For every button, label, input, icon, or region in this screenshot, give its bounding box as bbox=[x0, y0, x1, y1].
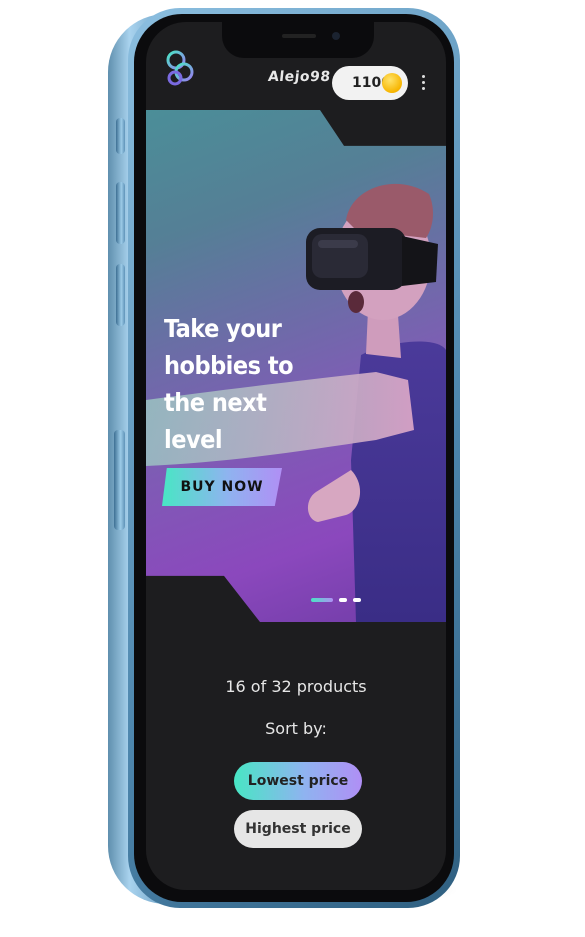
product-count: 16 of 32 products bbox=[225, 677, 367, 696]
sim-tray bbox=[114, 430, 125, 530]
front-camera bbox=[332, 32, 340, 40]
coin-icon bbox=[382, 73, 402, 93]
more-menu-icon[interactable] bbox=[418, 72, 428, 98]
hero-title: Take your hobbies to the next level bbox=[164, 314, 294, 454]
side-button-silent bbox=[116, 118, 125, 154]
sort-label: Sort by: bbox=[265, 719, 327, 738]
username-label[interactable]: Alejo98 bbox=[267, 69, 331, 85]
notch bbox=[222, 22, 374, 58]
carousel-dot-active[interactable] bbox=[311, 598, 333, 602]
carousel-dot[interactable] bbox=[353, 598, 361, 602]
app-screen: Alejo98 1100 Take your hobbies to the ne… bbox=[146, 22, 446, 890]
carousel-dot[interactable] bbox=[339, 598, 347, 602]
buy-now-button[interactable]: BUY NOW bbox=[162, 468, 282, 506]
side-button-volume-down bbox=[116, 264, 125, 326]
side-button-volume-up bbox=[116, 182, 125, 244]
sort-highest-price-button[interactable]: Highest price bbox=[234, 810, 362, 848]
app-logo-icon[interactable] bbox=[164, 46, 196, 90]
carousel-indicator bbox=[311, 598, 361, 602]
coin-balance[interactable]: 1100 bbox=[332, 66, 408, 100]
speaker bbox=[282, 34, 316, 38]
sort-lowest-price-button[interactable]: Lowest price bbox=[234, 762, 362, 800]
hero-banner[interactable]: Take your hobbies to the next level BUY … bbox=[146, 110, 446, 622]
